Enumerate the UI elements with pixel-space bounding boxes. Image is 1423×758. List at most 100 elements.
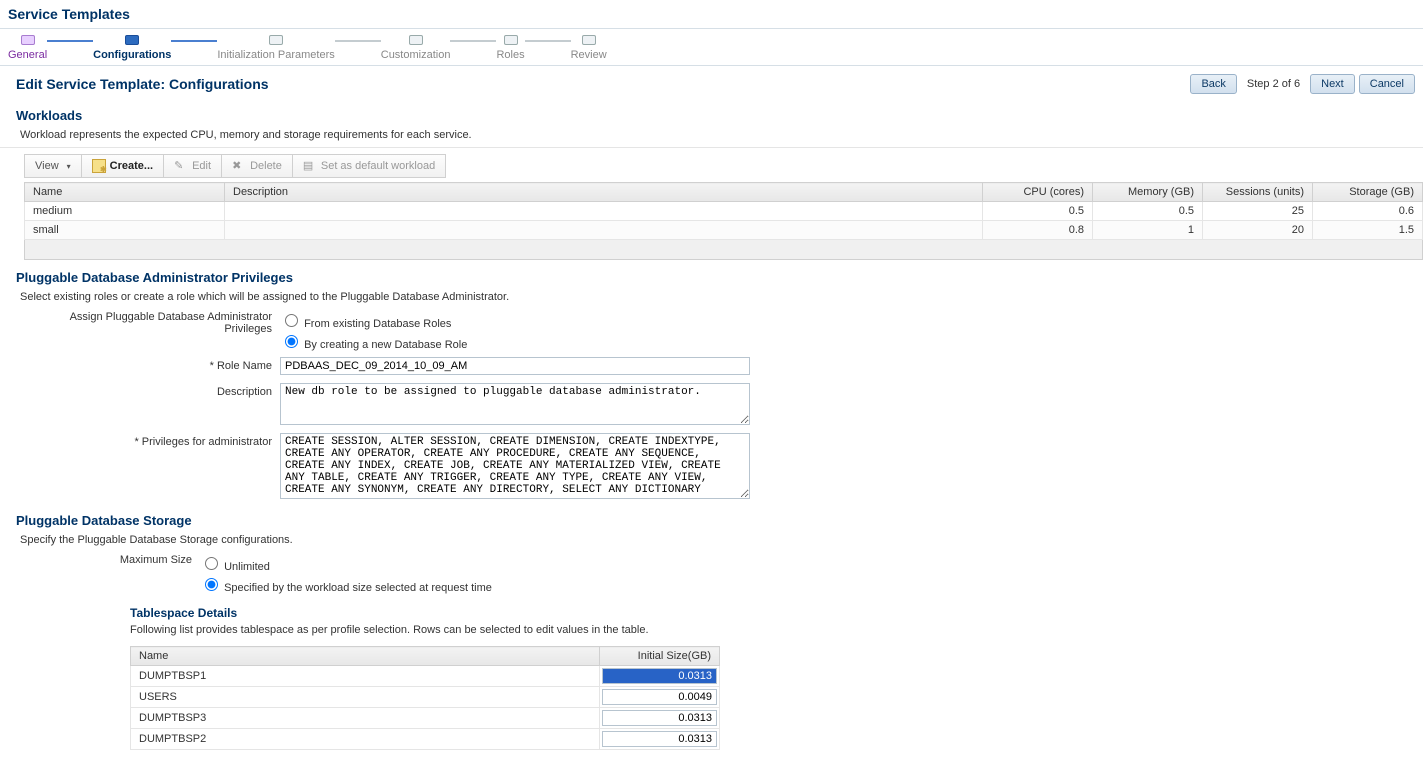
view-menu[interactable]: View xyxy=(25,155,82,177)
workloads-table[interactable]: Name Description CPU (cores) Memory (GB)… xyxy=(24,182,1423,240)
workloads-heading: Workloads xyxy=(0,98,1423,125)
size-radio-workload[interactable] xyxy=(205,578,218,591)
col-cpu[interactable]: CPU (cores) xyxy=(983,183,1093,202)
wizard-step-configurations[interactable]: Configurations xyxy=(93,35,171,61)
cell-mem: 1 xyxy=(1093,221,1203,240)
col-name[interactable]: Name xyxy=(25,183,225,202)
wizard-nav: Back Step 2 of 6 Next Cancel xyxy=(1190,74,1415,94)
cell-sess: 20 xyxy=(1203,221,1313,240)
wizard-node-icon xyxy=(269,35,283,45)
cell-stor: 1.5 xyxy=(1313,221,1423,240)
ts-size-input[interactable] xyxy=(602,731,717,747)
wizard-node-icon xyxy=(409,35,423,45)
delete-button[interactable]: Delete xyxy=(222,155,293,177)
wizard-node-icon xyxy=(582,35,596,45)
cancel-button[interactable]: Cancel xyxy=(1359,74,1415,94)
table-row[interactable]: medium0.50.5250.6 xyxy=(25,202,1423,221)
wizard-node-icon xyxy=(21,35,35,45)
col-stor[interactable]: Storage (GB) xyxy=(1313,183,1423,202)
workloads-desc: Workload represents the expected CPU, me… xyxy=(0,125,1423,148)
table-row[interactable]: DUMPTBSP3 xyxy=(131,708,720,729)
col-sess[interactable]: Sessions (units) xyxy=(1203,183,1313,202)
cell-cpu: 0.5 xyxy=(983,202,1093,221)
ts-size-input[interactable] xyxy=(602,668,717,684)
wizard-step-customization[interactable]: Customization xyxy=(381,35,451,61)
edit-label: Edit xyxy=(192,160,211,172)
table-row[interactable]: DUMPTBSP2 xyxy=(131,729,720,750)
size-option-workload-label: Specified by the workload size selected … xyxy=(224,582,492,594)
tablespace-table[interactable]: Name Initial Size(GB) DUMPTBSP1USERSDUMP… xyxy=(130,646,720,750)
step-indicator: Step 2 of 6 xyxy=(1241,78,1306,90)
size-option-unlimited-label: Unlimited xyxy=(224,561,270,573)
col-desc[interactable]: Description xyxy=(225,183,983,202)
cell-sess: 25 xyxy=(1203,202,1313,221)
size-option-workload[interactable]: Specified by the workload size selected … xyxy=(200,575,492,594)
col-mem[interactable]: Memory (GB) xyxy=(1093,183,1203,202)
workloads-table-footer xyxy=(24,240,1423,260)
privs-textarea[interactable] xyxy=(280,433,750,499)
list-icon xyxy=(303,159,317,173)
tablespace-desc: Following list provides tablespace as pe… xyxy=(0,624,1423,642)
priv-radio-new[interactable] xyxy=(285,335,298,348)
role-desc-textarea[interactable] xyxy=(280,383,750,425)
storage-desc: Specify the Pluggable Database Storage c… xyxy=(0,530,1423,552)
delete-icon xyxy=(232,159,246,173)
wizard-step-roles[interactable]: Roles xyxy=(496,35,524,61)
size-option-unlimited[interactable]: Unlimited xyxy=(200,554,492,573)
create-button[interactable]: Create... xyxy=(82,155,164,177)
cell-cpu: 0.8 xyxy=(983,221,1093,240)
wizard-step-label: Initialization Parameters xyxy=(217,49,334,61)
wizard-node-icon xyxy=(504,35,518,45)
wizard-step-label: Roles xyxy=(496,49,524,61)
wizard-step-label: Review xyxy=(571,49,607,61)
ts-cell-name: DUMPTBSP3 xyxy=(131,708,600,729)
max-size-label: Maximum Size xyxy=(20,554,200,566)
priv-option-new[interactable]: By creating a new Database Role xyxy=(280,332,467,351)
priv-radio-existing[interactable] xyxy=(285,314,298,327)
wizard-step-initialization-parameters[interactable]: Initialization Parameters xyxy=(217,35,334,61)
ts-size-input[interactable] xyxy=(602,710,717,726)
priv-option-existing[interactable]: From existing Database Roles xyxy=(280,311,467,330)
create-icon xyxy=(92,159,106,173)
role-name-label: Role Name xyxy=(20,357,280,372)
page-title: Service Templates xyxy=(0,0,1423,28)
role-desc-label: Description xyxy=(20,383,280,398)
set-default-button[interactable]: Set as default workload xyxy=(293,155,445,177)
assign-priv-label: Assign Pluggable Database Administrator … xyxy=(20,311,280,335)
table-row[interactable]: DUMPTBSP1 xyxy=(131,666,720,687)
ts-col-name[interactable]: Name xyxy=(131,647,600,666)
cell-name: small xyxy=(25,221,225,240)
priv-option-new-label: By creating a new Database Role xyxy=(304,339,467,351)
wizard-step-label: Customization xyxy=(381,49,451,61)
create-label: Create... xyxy=(110,160,153,172)
wizard-step-label: General xyxy=(8,49,47,61)
wizard-train: General Configurations Initialization Para… xyxy=(0,28,1423,66)
table-row[interactable]: small 0.81201.5 xyxy=(25,221,1423,240)
cell-desc xyxy=(225,202,983,221)
wizard-step-general[interactable]: General xyxy=(8,35,47,61)
cell-name: medium xyxy=(25,202,225,221)
ts-cell-name: USERS xyxy=(131,687,600,708)
priv-option-existing-label: From existing Database Roles xyxy=(304,318,451,330)
cell-desc xyxy=(225,221,983,240)
ts-size-input[interactable] xyxy=(602,689,717,705)
cell-stor: 0.6 xyxy=(1313,202,1423,221)
pencil-icon xyxy=(174,159,188,173)
size-radio-unlimited[interactable] xyxy=(205,557,218,570)
privs-label: Privileges for administrator xyxy=(20,433,280,448)
wizard-step-label: Configurations xyxy=(93,49,171,61)
edit-button[interactable]: Edit xyxy=(164,155,222,177)
back-button[interactable]: Back xyxy=(1190,74,1236,94)
priv-heading: Pluggable Database Administrator Privile… xyxy=(0,260,1423,287)
delete-label: Delete xyxy=(250,160,282,172)
cell-mem: 0.5 xyxy=(1093,202,1203,221)
workloads-toolbar: View Create... Edit Delete Set as defaul… xyxy=(24,154,446,178)
ts-col-size[interactable]: Initial Size(GB) xyxy=(600,647,720,666)
ts-cell-name: DUMPTBSP2 xyxy=(131,729,600,750)
priv-desc: Select existing roles or create a role w… xyxy=(0,287,1423,309)
role-name-input[interactable] xyxy=(280,357,750,375)
tablespace-heading: Tablespace Details xyxy=(0,596,1423,624)
next-button[interactable]: Next xyxy=(1310,74,1355,94)
wizard-step-review[interactable]: Review xyxy=(571,35,607,61)
table-row[interactable]: USERS xyxy=(131,687,720,708)
